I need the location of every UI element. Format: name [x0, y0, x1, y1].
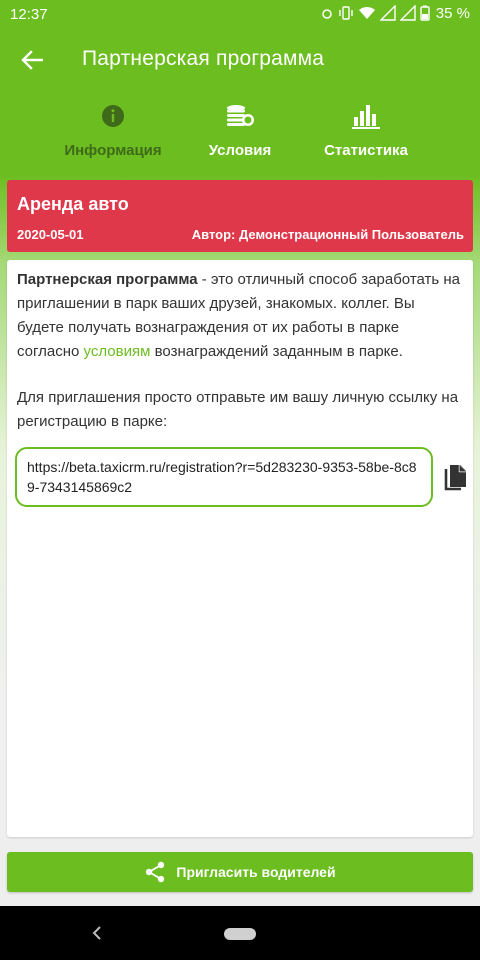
nav-home-pill[interactable] — [224, 928, 256, 940]
terms-link[interactable]: условиям — [84, 343, 151, 360]
intro-bold: Партнерская программа — [17, 271, 198, 288]
status-icons: 35 % — [320, 4, 470, 22]
intro-text-2: вознаграждений заданным в парке. — [150, 343, 403, 360]
copy-icon — [444, 465, 466, 491]
tab-information[interactable]: Информация — [62, 96, 164, 174]
app-bar: Партнерская программа Информация Условия… — [0, 30, 480, 174]
tab-terms-label: Условия — [208, 142, 272, 159]
copy-link-button[interactable] — [443, 464, 467, 492]
status-bar: 12:37 35 % — [0, 0, 480, 30]
tab-statistics-label: Статистика — [324, 142, 408, 159]
signal-icon — [379, 5, 396, 21]
back-button[interactable] — [12, 44, 52, 76]
bar-chart-icon — [352, 105, 380, 129]
share-icon — [146, 861, 165, 883]
info-card: Партнерская программа - это отличный спо… — [7, 260, 473, 837]
tab-terms[interactable]: Условия — [205, 96, 275, 174]
wifi-icon — [358, 6, 375, 19]
tab-statistics[interactable]: Статистика — [320, 96, 412, 174]
program-date: 2020-05-01 — [17, 227, 84, 242]
page-title: Партнерская программа — [82, 47, 325, 70]
tab-information-label: Информация — [64, 142, 162, 159]
info-icon — [102, 105, 124, 127]
status-time: 12:37 — [10, 6, 48, 23]
battery-percent: 35 % — [435, 4, 470, 22]
arrow-back-icon — [21, 50, 43, 70]
coins-icon — [227, 105, 254, 126]
system-nav-bar — [0, 906, 480, 960]
invite-instructions: Для приглашения просто отправьте им вашу… — [17, 389, 459, 430]
notification-dot-icon — [322, 9, 332, 19]
battery-icon — [420, 5, 430, 21]
signal-2-icon — [399, 5, 416, 21]
nav-back-icon[interactable] — [90, 924, 104, 942]
invite-drivers-label: Пригласить водителей — [176, 864, 336, 880]
vibrate-icon — [339, 6, 353, 20]
tab-bar: Информация Условия Статистика — [0, 96, 480, 174]
intro-paragraph: Партнерская программа - это отличный спо… — [17, 268, 463, 364]
invite-drivers-button[interactable]: Пригласить водителей — [7, 852, 473, 892]
referral-link-field[interactable]: https://beta.taxicrm.ru/registration?r=5… — [15, 447, 433, 507]
program-author: Автор: Демонстрационный Пользователь — [191, 227, 464, 242]
program-header-card: Аренда авто 2020-05-01 Автор: Демонстрац… — [7, 180, 473, 252]
program-title: Аренда авто — [17, 194, 129, 214]
